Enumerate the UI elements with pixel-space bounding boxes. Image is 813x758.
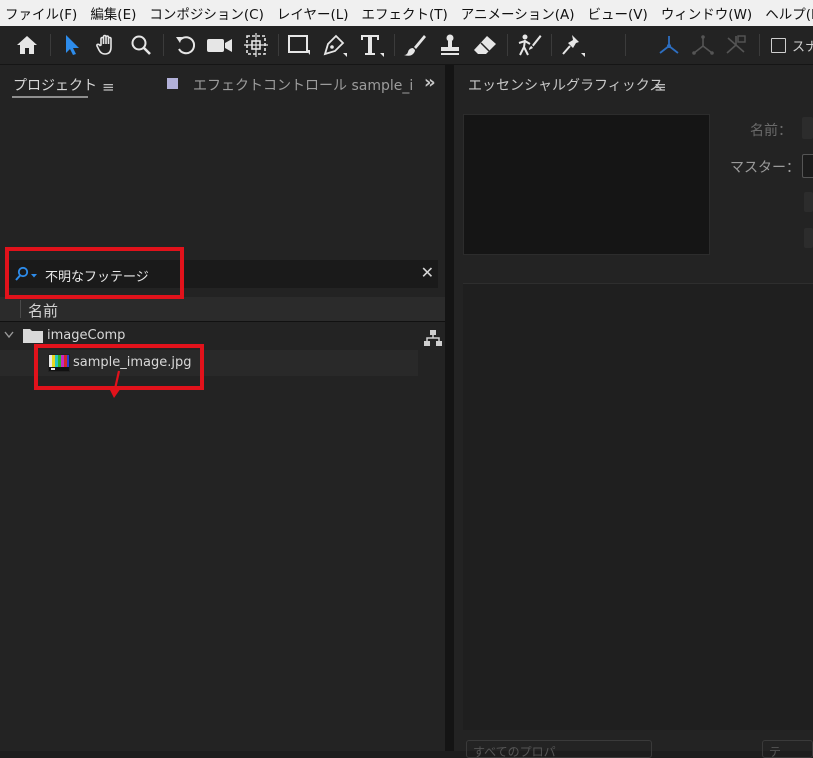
tab-project[interactable]: プロジェクト — [13, 75, 97, 95]
type-tool-icon[interactable] — [357, 31, 387, 59]
search-highlight-box — [5, 247, 184, 299]
name-column-header[interactable]: 名前 — [0, 297, 445, 322]
tab-essential-graphics[interactable]: エッセンシャルグラフィックス — [468, 75, 663, 95]
tab-project-underline — [12, 96, 88, 98]
all-properties-button[interactable]: すべてのプロパ — [466, 740, 652, 758]
master-field-label: マスター： — [730, 160, 800, 176]
panel-button-1[interactable] — [804, 192, 813, 212]
view-axis-icon[interactable] — [722, 31, 750, 59]
label-color-swatch-icon — [167, 78, 178, 89]
menu-window[interactable]: ウィンドウ(W) — [655, 3, 759, 23]
clear-search-icon[interactable]: ✕ — [421, 263, 434, 282]
project-panel-menu-icon[interactable]: ≡ — [102, 78, 115, 96]
name-field-label: 名前： — [750, 123, 792, 139]
folder-icon — [23, 329, 43, 343]
project-panel: プロジェクト ≡ エフェクトコントロール sample_i » 不明なフッテージ… — [0, 65, 445, 751]
snap-label: スナ — [792, 40, 813, 55]
menu-bar: ファイル(F) 編集(E) コンポジション(C) レイヤー(L) エフェクト(T… — [0, 0, 813, 26]
tab-overflow-icon[interactable]: » — [424, 72, 436, 93]
graphics-preview — [463, 114, 710, 255]
eraser-tool-icon[interactable] — [470, 31, 500, 59]
brush-tool-icon[interactable] — [401, 31, 429, 59]
panel-button-2[interactable] — [804, 228, 813, 248]
menu-file[interactable]: ファイル(F) — [0, 3, 84, 23]
world-axis-icon[interactable] — [689, 31, 717, 59]
selection-tool-icon[interactable] — [60, 31, 84, 59]
rotate-tool-icon[interactable] — [172, 31, 200, 59]
panel-divider[interactable] — [445, 65, 454, 751]
menu-effect[interactable]: エフェクト(T) — [356, 3, 455, 23]
flowchart-icon[interactable] — [423, 329, 443, 347]
hand-tool-icon[interactable] — [93, 31, 119, 59]
folder-name: imageComp — [47, 328, 126, 343]
name-column-label: 名前 — [28, 302, 59, 320]
menu-edit[interactable]: 編集(E) — [84, 3, 143, 23]
menu-animation[interactable]: アニメーション(A) — [455, 3, 582, 23]
clone-stamp-tool-icon[interactable] — [436, 31, 464, 59]
snap-checkbox[interactable] — [771, 38, 786, 53]
footer-right-button[interactable]: テ — [762, 740, 813, 758]
master-dropdown[interactable] — [802, 154, 813, 178]
essential-graphics-tabs: エッセンシャルグラフィックス ≡ — [454, 65, 813, 105]
tools-panel: スナ — [0, 26, 813, 65]
roto-brush-tool-icon[interactable] — [513, 31, 545, 59]
essential-graphics-panel: エッセンシャルグラフィックス ≡ 名前： マスター： すべてのプロパ テ — [454, 65, 813, 758]
pen-tool-icon[interactable] — [320, 31, 350, 59]
expand-chevron-icon[interactable] — [4, 331, 14, 339]
pan-behind-tool-icon[interactable] — [242, 31, 270, 59]
menu-composition[interactable]: コンポジション(C) — [143, 3, 270, 23]
essential-graphics-menu-icon[interactable]: ≡ — [654, 78, 667, 96]
menu-view[interactable]: ビュー(V) — [582, 3, 655, 23]
rectangle-tool-icon[interactable] — [285, 31, 313, 59]
zoom-tool-icon[interactable] — [128, 31, 154, 59]
project-panel-tabs: プロジェクト ≡ エフェクトコントロール sample_i » — [0, 65, 445, 105]
home-icon[interactable] — [14, 31, 40, 59]
tab-effect-controls[interactable]: エフェクトコントロール sample_i — [193, 75, 413, 95]
puppet-pin-tool-icon[interactable] — [558, 31, 588, 59]
properties-area — [463, 283, 813, 730]
menu-layer[interactable]: レイヤー(L) — [271, 3, 356, 23]
menu-help[interactable]: ヘルプ(H) — [759, 3, 813, 23]
local-axis-icon[interactable] — [655, 31, 683, 59]
name-field[interactable] — [802, 117, 813, 139]
camera-tool-icon[interactable] — [205, 31, 235, 59]
footage-highlight-box — [34, 344, 204, 390]
